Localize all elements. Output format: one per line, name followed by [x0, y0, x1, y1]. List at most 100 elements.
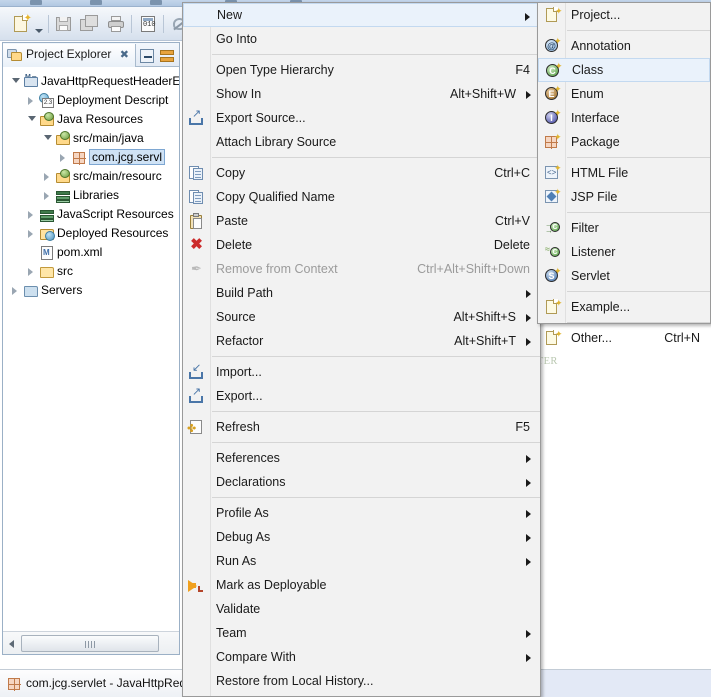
new-submenu-item-html-file[interactable]: <> ✦ HTML File: [538, 161, 710, 185]
status-bar-right-region: [533, 670, 711, 697]
tree-item-libraries[interactable]: Libraries: [3, 186, 179, 205]
new-submenu-item-class[interactable]: C ✦ Class: [538, 58, 710, 82]
print-button[interactable]: [106, 14, 126, 34]
menu-item-copy-qualified-name[interactable]: Copy Qualified Name: [183, 185, 540, 209]
menu-item-references[interactable]: References: [183, 446, 540, 470]
menu-item-export-source[interactable]: ↗ Export Source...: [183, 106, 540, 130]
binary-view-button[interactable]: 010: [138, 14, 158, 34]
new-document-icon: ✦: [12, 14, 32, 34]
menu-item-team[interactable]: Team: [183, 621, 540, 645]
expander-icon[interactable]: [28, 268, 33, 276]
tree-item-pom-xml[interactable]: M pom.xml: [3, 243, 179, 262]
menu-item-mark-as-deployable[interactable]: Mark as Deployable: [183, 573, 540, 597]
package-icon: [71, 150, 87, 165]
menu-item-profile-as[interactable]: Profile As: [183, 501, 540, 525]
menu-item-build-path[interactable]: Build Path: [183, 281, 540, 305]
menu-item-label: Compare With: [216, 650, 296, 664]
new-submenu-item-jsp-file[interactable]: ✦ JSP File: [538, 185, 710, 209]
view-tab-row: Project Explorer ✖: [3, 43, 179, 67]
menu-item-label: Class: [572, 63, 604, 77]
tree-item-deployment-descriptor[interactable]: 2.3 Deployment Descript: [3, 91, 179, 110]
tree-item-project[interactable]: M⌐ JavaHttpRequestHeaderE: [3, 72, 179, 91]
new-submenu-item-enum[interactable]: E ✦ Enum: [538, 82, 710, 106]
menu-item-restore-from-local-history[interactable]: Restore from Local History...: [183, 669, 540, 693]
project-tree[interactable]: M⌐ JavaHttpRequestHeaderE 2.3 Deployment…: [3, 68, 179, 630]
menu-item-new[interactable]: New: [183, 3, 540, 27]
menu-item-debug-as[interactable]: Debug As: [183, 525, 540, 549]
expander-icon[interactable]: [60, 154, 65, 162]
new-enum-icon: E ✦: [545, 85, 562, 102]
expander-icon[interactable]: [12, 78, 20, 83]
menu-item-refactor[interactable]: Refactor Alt+Shift+T: [183, 329, 540, 353]
expander-icon[interactable]: [12, 287, 17, 295]
menu-item-accelerator: F4: [515, 63, 530, 77]
new-annotation-icon: @ ✦: [545, 37, 562, 54]
tree-item-servers[interactable]: Servers: [3, 281, 179, 300]
expander-icon[interactable]: [28, 230, 33, 238]
toolbar-separator-3: [163, 15, 164, 33]
menu-item-copy[interactable]: Copy Ctrl+C: [183, 161, 540, 185]
tree-item-src[interactable]: src: [3, 262, 179, 281]
menu-item-go-into[interactable]: Go Into: [183, 27, 540, 51]
menu-item-pydev[interactable]: PyDev: [183, 693, 540, 697]
menu-item-label: Attach Library Source: [216, 135, 337, 149]
tab-project-explorer[interactable]: Project Explorer ✖: [3, 44, 136, 67]
expander-icon[interactable]: [28, 211, 33, 219]
expander-icon[interactable]: [44, 173, 49, 181]
scrollbar-thumb[interactable]: [21, 635, 159, 652]
menu-item-remove-from-context: ✒ Remove from Context Ctrl+Alt+Shift+Dow…: [183, 257, 540, 281]
menu-item-open-type-hierarchy[interactable]: Open Type Hierarchy F4: [183, 58, 540, 82]
tree-item-src-main-java[interactable]: src/main/java: [3, 129, 179, 148]
new-wizard-dropdown[interactable]: [33, 14, 45, 34]
source-folder-icon: [55, 169, 71, 184]
new-wizard-button[interactable]: ✦: [12, 14, 32, 34]
submenu-arrow-icon: [526, 455, 531, 463]
new-submenu-item-listener[interactable]: ≈ C Listener: [538, 240, 710, 264]
tree-item-deployed-resources[interactable]: Deployed Resources: [3, 224, 179, 243]
link-with-editor-button[interactable]: [158, 46, 178, 66]
close-icon[interactable]: ✖: [120, 49, 129, 61]
save-button[interactable]: [54, 14, 74, 34]
menu-item-delete[interactable]: ✖ Delete Delete: [183, 233, 540, 257]
scroll-left-icon[interactable]: [5, 635, 19, 651]
tree-item-label: pom.xml: [57, 245, 103, 259]
menu-item-source[interactable]: Source Alt+Shift+S: [183, 305, 540, 329]
submenu-arrow-icon: [526, 558, 531, 566]
new-submenu-item-project[interactable]: ✦ Project...: [538, 3, 710, 27]
menu-item-attach-library-source[interactable]: Attach Library Source: [183, 130, 540, 154]
menu-item-import[interactable]: ↙ Import...: [183, 360, 540, 384]
new-submenu-item-other[interactable]: ✦ Other... Ctrl+N: [538, 326, 710, 350]
new-class-icon: C ✦: [546, 62, 563, 79]
expander-icon[interactable]: [28, 116, 36, 121]
menu-item-compare-with[interactable]: Compare With: [183, 645, 540, 669]
new-submenu-item-filter[interactable]: → → C Filter: [538, 216, 710, 240]
new-submenu-item-example[interactable]: ✦ Example...: [538, 295, 710, 319]
tree-item-java-resources[interactable]: Java Resources: [3, 110, 179, 129]
save-all-button[interactable]: [80, 14, 100, 34]
menu-item-label: Source: [216, 310, 256, 324]
menu-item-validate[interactable]: Validate: [183, 597, 540, 621]
menu-item-paste[interactable]: Paste Ctrl+V: [183, 209, 540, 233]
new-submenu-item-servlet[interactable]: S ✦ Servlet: [538, 264, 710, 288]
menu-item-run-as[interactable]: Run As: [183, 549, 540, 573]
menu-item-accelerator: Ctrl+N: [664, 331, 700, 345]
collapse-all-button[interactable]: [137, 46, 157, 66]
new-submenu-item-interface[interactable]: I ✦ Interface: [538, 106, 710, 130]
menu-item-refresh[interactable]: ✤ Refresh F5: [183, 415, 540, 439]
mark-as-deployable-icon: [188, 577, 205, 593]
expander-icon[interactable]: [28, 97, 33, 105]
new-submenu-item-package[interactable]: ✦ Package: [538, 130, 710, 154]
tree-item-label: src: [57, 264, 73, 278]
menu-item-export[interactable]: ↗ Export...: [183, 384, 540, 408]
menu-item-show-in[interactable]: Show In Alt+Shift+W: [183, 82, 540, 106]
menu-separator: [212, 157, 540, 158]
menu-item-declarations[interactable]: Declarations: [183, 470, 540, 494]
tree-item-javascript-resources[interactable]: JavaScript Resources: [3, 205, 179, 224]
horizontal-scrollbar[interactable]: [3, 631, 179, 654]
tree-item-package-com-jcg-servlet[interactable]: com.jcg.servl: [3, 148, 179, 167]
new-submenu-item-annotation[interactable]: @ ✦ Annotation: [538, 34, 710, 58]
tree-item-src-main-resources[interactable]: src/main/resourc: [3, 167, 179, 186]
expander-icon[interactable]: [44, 135, 52, 140]
expander-icon[interactable]: [44, 192, 49, 200]
menu-separator: [212, 54, 540, 55]
